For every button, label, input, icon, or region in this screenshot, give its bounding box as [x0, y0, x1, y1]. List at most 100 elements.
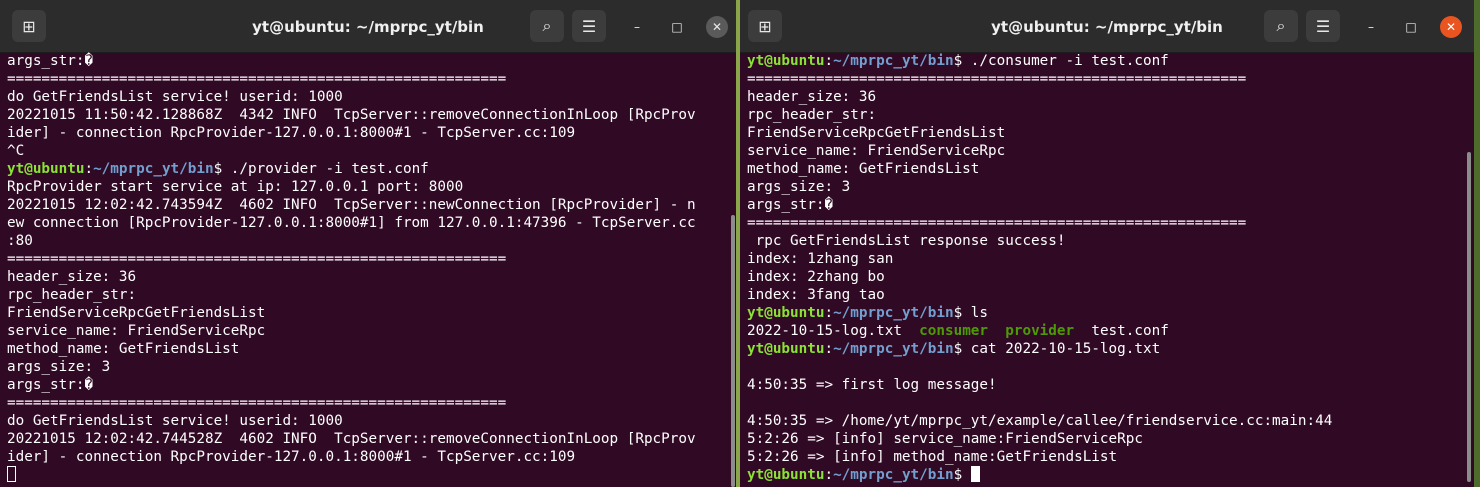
hamburger-menu-icon: ☰ [1315, 16, 1331, 36]
output-line: index: 2zhang bo [747, 268, 1462, 286]
output-text: ========================================… [7, 251, 507, 267]
output-text: 20221015 12:02:42.744528Z 4602 INFO TcpS… [7, 431, 696, 447]
output-line: index: 1zhang san [747, 250, 1462, 268]
output-line: ========================================… [7, 70, 724, 88]
maximize-button[interactable]: □ [1400, 16, 1422, 38]
close-icon: ✕ [711, 20, 723, 34]
output-text: 5:2:26 => [info] method_name:GetFriendsL… [747, 449, 1118, 465]
prompt-line: yt@ubuntu:~/mprpc_yt/bin$ ls [747, 304, 1462, 322]
output-text: RpcProvider start service at ip: 127.0.0… [7, 179, 464, 195]
output-text: 4:50:35 => /home/yt/mprpc_yt/example/cal… [747, 413, 1333, 429]
terminal-output[interactable]: yt@ubuntu:~/mprpc_yt/bin$ ./consumer -i … [747, 52, 1462, 487]
prompt-symbol: $ [953, 305, 963, 321]
prompt-separator: : [824, 305, 834, 321]
menu-button[interactable]: ☰ [572, 10, 606, 42]
output-text: 20221015 11:50:42.128868Z 4342 INFO TcpS… [7, 107, 696, 123]
output-text: rpc_header_str: [7, 287, 137, 303]
close-icon: ✕ [1445, 20, 1457, 34]
output-text: ========================================… [747, 71, 1247, 87]
prompt-path: ~/mprpc_yt/bin [833, 53, 954, 69]
prompt-user: yt@ubuntu [747, 305, 825, 321]
output-text: rpc GetFriendsList response success! [747, 233, 1066, 249]
prompt-path: ~/mprpc_yt/bin [833, 467, 954, 483]
prompt-separator: : [824, 53, 834, 69]
command-text: ./consumer -i test.conf [962, 53, 1169, 69]
command-text: ./provider -i test.conf [222, 161, 429, 177]
output-line: ew connection [RpcProvider-127.0.0.1:800… [7, 214, 724, 232]
scrollbar[interactable] [1467, 152, 1471, 482]
menu-button[interactable]: ☰ [1306, 10, 1340, 42]
text-cursor [7, 466, 16, 482]
output-text: FriendServiceRpcGetFriendsList [7, 305, 266, 321]
output-line: RpcProvider start service at ip: 127.0.0… [7, 178, 724, 196]
output-text: header_size: 36 [747, 89, 877, 105]
output-line: ider] - connection RpcProvider-127.0.0.1… [7, 448, 724, 466]
output-text: ew connection [RpcProvider-127.0.0.1:800… [7, 215, 696, 231]
title-bar[interactable]: ⊞ yt@ubuntu: ~/mprpc_yt/bin ⌕ ☰ – □ ✕ [0, 0, 736, 53]
output-line: 20221015 12:02:42.744528Z 4602 INFO TcpS… [7, 430, 724, 448]
output-text: do GetFriendsList service! userid: 1000 [7, 413, 343, 429]
output-line: rpc_header_str: [747, 106, 1462, 124]
minimize-button[interactable]: – [626, 16, 648, 38]
search-button[interactable]: ⌕ [1264, 10, 1298, 42]
output-text: rpc_header_str: [747, 107, 877, 123]
close-button[interactable]: ✕ [706, 16, 728, 38]
output-text: index: 1zhang san [747, 251, 894, 267]
prompt-line: yt@ubuntu:~/mprpc_yt/bin$ [747, 466, 1462, 484]
output-text: :80 [7, 233, 33, 249]
output-text: ider] - connection RpcProvider-127.0.0.1… [7, 449, 576, 465]
terminal-window-left[interactable]: ⊞ yt@ubuntu: ~/mprpc_yt/bin ⌕ ☰ – □ ✕ ar… [0, 0, 736, 487]
output-line: do GetFriendsList service! userid: 1000 [7, 88, 724, 106]
prompt-user: yt@ubuntu [747, 467, 825, 483]
title-bar[interactable]: ⊞ yt@ubuntu: ~/mprpc_yt/bin ⌕ ☰ – □ ✕ [740, 0, 1474, 53]
prompt-user: yt@ubuntu [7, 161, 85, 177]
prompt-path: ~/mprpc_yt/bin [833, 341, 954, 357]
output-line: ========================================… [7, 394, 724, 412]
prompt-symbol: $ [953, 467, 963, 483]
search-icon: ⌕ [1276, 16, 1286, 35]
text-cursor [970, 466, 980, 482]
output-line: 20221015 12:02:42.743594Z 4602 INFO TcpS… [7, 196, 724, 214]
output-text: service_name: FriendServiceRpc [747, 143, 1006, 159]
maximize-button[interactable]: □ [666, 16, 688, 38]
scrollbar[interactable] [731, 215, 735, 487]
output-line: :80 [7, 232, 724, 250]
maximize-icon: □ [671, 20, 683, 34]
output-line: 5:2:26 => [info] service_name:FriendServ… [747, 430, 1462, 448]
output-line: 4:50:35 => first log message! [747, 376, 1462, 394]
separator [1074, 323, 1091, 339]
separator [988, 323, 1005, 339]
output-text: ^C [7, 143, 25, 159]
prompt-line: yt@ubuntu:~/mprpc_yt/bin$ ./consumer -i … [747, 52, 1462, 70]
output-text: 5:2:26 => [info] service_name:FriendServ… [747, 431, 1143, 447]
output-line: ========================================… [7, 250, 724, 268]
maximize-icon: □ [1405, 20, 1417, 34]
close-button[interactable]: ✕ [1440, 16, 1462, 38]
output-text: 4:50:35 => first log message! [747, 377, 997, 393]
terminal-output[interactable]: args_str:� ==============================… [7, 52, 724, 487]
output-line: rpc_header_str: [7, 286, 724, 304]
prompt-separator: : [824, 341, 834, 357]
output-text: service_name: FriendServiceRpc [7, 323, 266, 339]
output-line: FriendServiceRpcGetFriendsList [7, 304, 724, 322]
command-text [962, 467, 971, 483]
output-line: 4:50:35 => /home/yt/mprpc_yt/example/cal… [747, 412, 1462, 430]
output-text: ========================================… [747, 215, 1247, 231]
file-name: consumer [919, 323, 989, 339]
output-text: header_size: 36 [7, 269, 137, 285]
output-line: ider] - connection RpcProvider-127.0.0.1… [7, 124, 724, 142]
output-text: method_name: GetFriendsList [7, 341, 240, 357]
prompt-symbol: $ [213, 161, 223, 177]
minimize-button[interactable]: – [1360, 16, 1382, 38]
prompt-path: ~/mprpc_yt/bin [93, 161, 214, 177]
output-line: ^C [7, 142, 724, 160]
search-button[interactable]: ⌕ [530, 10, 564, 42]
terminal-window-right[interactable]: ⊞ yt@ubuntu: ~/mprpc_yt/bin ⌕ ☰ – □ ✕ yt… [740, 0, 1474, 487]
output-line: 20221015 11:50:42.128868Z 4342 INFO TcpS… [7, 106, 724, 124]
output-line: args_str:� [7, 376, 724, 394]
prompt-line: yt@ubuntu:~/mprpc_yt/bin$ ./provider -i … [7, 160, 724, 178]
file-name: test.conf [1091, 323, 1169, 339]
output-line: service_name: FriendServiceRpc [7, 322, 724, 340]
